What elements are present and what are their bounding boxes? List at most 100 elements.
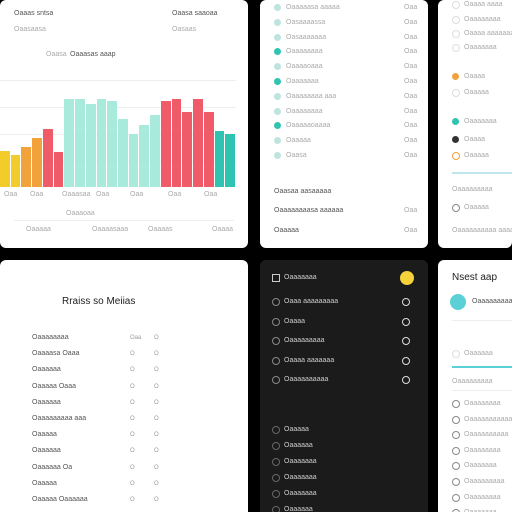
- table-cell-value[interactable]: O: [154, 480, 159, 488]
- menu-item-label[interactable]: Oaaaaaa: [284, 442, 313, 450]
- list-item-label[interactable]: Oaaaaaaaa aaa: [286, 93, 336, 101]
- option-label[interactable]: Oaaaa: [464, 73, 485, 81]
- option-label[interactable]: Oaaaaaaaa: [464, 447, 501, 455]
- table-cell-value[interactable]: O: [154, 447, 159, 455]
- list-item-label[interactable]: Oaaaaaaaa: [286, 48, 323, 56]
- option-label[interactable]: Oaaaaaaaa: [464, 494, 501, 502]
- option-label[interactable]: Oaaaaaaa: [464, 462, 497, 470]
- chart-header-right[interactable]: Oaasa saaoaa: [172, 10, 218, 18]
- option-label[interactable]: Oaaaaaaaa: [464, 400, 501, 408]
- option-label[interactable]: Oaaaa: [464, 136, 485, 144]
- chevron-icon[interactable]: [402, 298, 410, 306]
- radio-icon[interactable]: [452, 152, 460, 160]
- notification-badge[interactable]: [400, 271, 414, 285]
- option-label[interactable]: Oaaaaaaaaaa: [464, 431, 508, 439]
- table-cell-value[interactable]: O: [154, 415, 159, 423]
- table-cell-value[interactable]: O: [154, 334, 159, 342]
- table-cell-value[interactable]: O: [130, 415, 135, 423]
- grid-icon[interactable]: [272, 274, 280, 282]
- radio-icon[interactable]: [452, 16, 460, 24]
- menu-item-label[interactable]: Oaaaaaaaaa: [284, 337, 324, 345]
- option-label[interactable]: Oaaaa aaaa: [464, 1, 503, 9]
- footer-item[interactable]: Oaaaasaaa: [92, 226, 128, 234]
- radio-icon[interactable]: [452, 1, 460, 9]
- chart-sub-right[interactable]: Oasaas: [172, 26, 196, 34]
- status-dot-icon: [274, 18, 281, 26]
- option-label[interactable]: Oaaaaaaaaaaa: [464, 416, 512, 424]
- radio-icon[interactable]: [452, 89, 460, 97]
- menu-item-label[interactable]: Oaaaaaaa: [284, 458, 317, 466]
- option-label[interactable]: Oaaaaaaaaa: [464, 478, 504, 486]
- table-cell-value[interactable]: O: [154, 464, 159, 472]
- table-cell-value[interactable]: O: [130, 350, 135, 358]
- table-cell-value[interactable]: O: [154, 431, 159, 439]
- avatar[interactable]: [450, 294, 466, 310]
- menu-item-label[interactable]: Oaaaa aaaaaaa: [284, 357, 334, 365]
- list-item-label[interactable]: Oaaaaasa aaaaa: [286, 4, 340, 12]
- radio-icon[interactable]: [452, 44, 460, 52]
- list-item-meta: Oaa: [404, 152, 418, 159]
- slider-track[interactable]: [452, 172, 512, 174]
- option-label[interactable]: Oaaaaaaa: [464, 44, 497, 52]
- radio-icon[interactable]: [452, 400, 460, 408]
- option-label[interactable]: Oaaaaa: [464, 152, 489, 160]
- footer-item[interactable]: Oaaaaa: [26, 226, 51, 234]
- list-item-label[interactable]: Oasaaaaaaa: [286, 34, 326, 42]
- radio-icon[interactable]: [452, 478, 460, 486]
- list-item-label[interactable]: Oaaaaaaa: [286, 78, 319, 86]
- menu-item-label[interactable]: Oaaaaaaa: [284, 474, 317, 482]
- list-item-label[interactable]: Oasaaaassa: [286, 19, 325, 27]
- list-item-label[interactable]: Oaaaaa: [286, 137, 311, 145]
- slider-track[interactable]: [452, 366, 512, 368]
- option-label[interactable]: Oaaaaa: [464, 89, 489, 97]
- table-cell-value[interactable]: O: [130, 447, 135, 455]
- list-item-label[interactable]: Oaasa: [286, 152, 307, 160]
- table-cell-value[interactable]: O: [154, 350, 159, 358]
- status-dot-icon: [274, 92, 281, 100]
- menu-item-label[interactable]: Oaaa aaaaaaaaa: [284, 298, 338, 306]
- chevron-icon[interactable]: [402, 337, 410, 345]
- table-cell-value[interactable]: O: [130, 431, 135, 439]
- menu-item-label[interactable]: Oaaaa: [284, 318, 305, 326]
- list-item-label[interactable]: Oaaaaaaaa: [286, 108, 323, 116]
- option-label[interactable]: Oaaaaaaaa: [464, 16, 501, 24]
- radio-icon[interactable]: [452, 204, 460, 212]
- table-cell-value[interactable]: O: [130, 496, 135, 504]
- list-item-label[interactable]: Oaaaaoaaa: [286, 63, 323, 71]
- list-footer-c[interactable]: Oaaaaa: [274, 227, 299, 235]
- list-item-meta: Oaa: [404, 107, 418, 115]
- table-cell-value[interactable]: O: [154, 383, 159, 391]
- table-cell-value[interactable]: O: [130, 383, 135, 391]
- radio-icon[interactable]: [452, 493, 460, 502]
- table-cell-value[interactable]: O: [130, 399, 135, 407]
- footer-item[interactable]: Oaaaas: [148, 226, 173, 234]
- chevron-icon[interactable]: [402, 376, 410, 384]
- radio-icon[interactable]: [452, 30, 460, 38]
- chevron-icon[interactable]: [402, 317, 410, 326]
- radio-icon[interactable]: [452, 446, 460, 455]
- table-cell-value[interactable]: O: [154, 366, 159, 374]
- table-cell-value[interactable]: O: [154, 399, 159, 407]
- status-dot-icon: [274, 122, 281, 130]
- table-cell-value[interactable]: O: [130, 480, 135, 488]
- table-cell-value[interactable]: O: [154, 496, 159, 504]
- option-label[interactable]: Oaaaaaaa: [464, 118, 497, 126]
- menu-item-label[interactable]: Oaaaaaaaaaa: [284, 376, 328, 384]
- radio-icon[interactable]: [452, 350, 460, 358]
- option-label[interactable]: Oaaaa aaaaaaaa: [464, 30, 512, 38]
- table-cell-value[interactable]: O: [130, 464, 135, 472]
- menu-item-label[interactable]: Oaaaaaa: [284, 506, 313, 512]
- chart-bar: [0, 150, 10, 187]
- table-cell-value[interactable]: O: [130, 366, 135, 374]
- radio-icon[interactable]: [452, 462, 460, 471]
- chevron-icon[interactable]: [402, 356, 410, 365]
- list-item-label[interactable]: Oaaaaaoaaaa: [286, 122, 330, 130]
- table-cell-value[interactable]: Oaa: [130, 334, 141, 342]
- table-cell-label: Oaaaaaa: [32, 366, 61, 374]
- radio-icon[interactable]: [452, 431, 460, 440]
- radio-icon[interactable]: [452, 415, 460, 424]
- footer-item[interactable]: Oaaaa: [212, 226, 233, 234]
- chart-bar: [193, 99, 203, 187]
- menu-item-label[interactable]: Oaaaaa: [284, 426, 309, 434]
- menu-item-label[interactable]: Oaaaaaaa: [284, 490, 317, 498]
